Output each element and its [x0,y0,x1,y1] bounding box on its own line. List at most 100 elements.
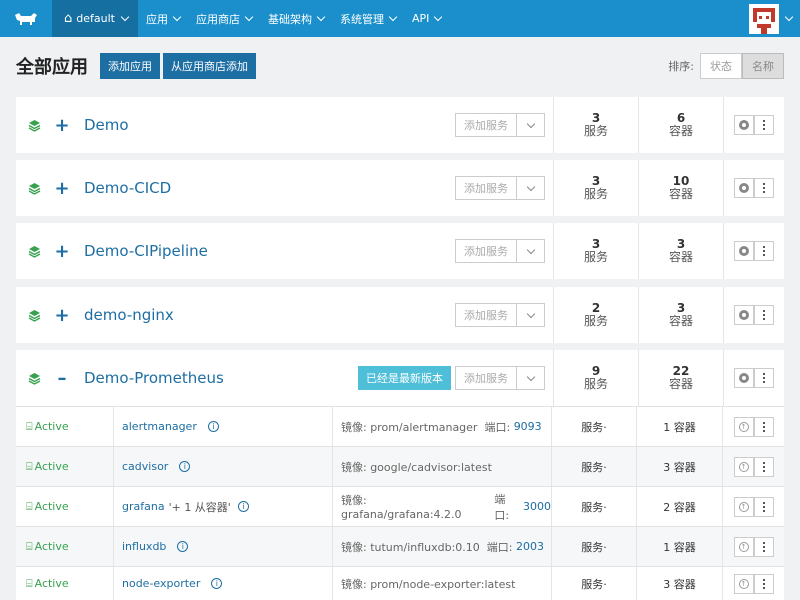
container-count: 10 容器 [638,160,723,216]
chevron-down-icon [526,119,535,128]
port-label: 端口: [486,540,513,554]
add-service-group: 添加服务 [455,239,545,263]
add-service-dropdown[interactable] [517,176,545,200]
port-link[interactable]: 3000 [523,500,551,513]
sort-label: 排序: [668,60,694,73]
service-state: ⌸ Active [16,446,114,487]
stop-button[interactable] [734,368,754,388]
stack-name[interactable]: Demo-CIPipeline [84,242,455,260]
service-count-label: 服务 [583,377,608,391]
add-service-button[interactable]: 添加服务 [455,303,517,327]
service-name-link[interactable]: node-exporter [122,577,200,590]
info-icon[interactable]: i [207,421,219,432]
rancher-logo-icon[interactable] [0,0,52,37]
chevron-down-icon [784,12,794,22]
upgrade-button[interactable]: ↑ [733,536,754,557]
more-vertical-icon [762,461,765,472]
service-count: 3 服务 [553,223,638,279]
state-label: Active [34,460,69,473]
nav-item-infrastructure[interactable]: 基础架构 [260,0,332,37]
sort-by-state-button[interactable]: 状态 [700,53,742,79]
nav-item-stacks[interactable]: 应用 [138,0,188,37]
upgrade-button[interactable]: ↑ [733,416,754,437]
layers-icon [22,372,46,385]
info-icon[interactable]: i [237,501,249,512]
add-service-dropdown[interactable] [517,239,545,263]
container-count-label: 容器 [668,377,693,391]
stop-button[interactable] [734,241,754,261]
info-icon[interactable]: i [177,541,189,552]
expand-icon[interactable]: + [50,178,74,199]
stack-name[interactable]: demo-nginx [84,306,455,324]
expand-icon[interactable]: + [50,305,74,326]
collapse-icon[interactable]: – [50,368,74,389]
more-vertical-icon [762,421,765,432]
more-actions-button[interactable] [754,241,774,261]
environment-switcher[interactable]: ⌂ default [52,0,138,37]
more-actions-button[interactable] [754,115,774,135]
service-scale: 服务· [552,446,637,487]
info-icon[interactable]: i [179,461,191,472]
chevron-down-icon [526,245,535,254]
service-name-link[interactable]: alertmanager [122,420,197,433]
stack-row: + Demo-CIPipeline 添加服务 3 服务 3 容器 [16,223,784,279]
nav-item-label: API [411,12,430,25]
sort-by-name-button[interactable]: 名称 [742,53,784,79]
top-nav: ⌂ default 应用 应用商店 基础架构 系统管理 API [0,0,800,37]
more-actions-button[interactable] [754,305,774,325]
add-service-button[interactable]: 添加服务 [455,366,517,390]
upgrade-button[interactable]: ↑ [733,456,754,477]
stop-button[interactable] [734,305,754,325]
chevron-down-icon [244,12,254,22]
more-actions-button[interactable] [754,368,774,388]
more-actions-button[interactable] [754,178,774,198]
expand-icon[interactable]: + [50,241,74,262]
more-actions-button[interactable] [753,536,774,557]
more-actions-button[interactable] [753,496,774,517]
service-name-link[interactable]: influxdb [122,540,166,553]
port-link[interactable]: 2003 [516,540,544,553]
more-actions-button[interactable] [753,573,774,594]
service-name-link[interactable]: cadvisor [122,460,168,473]
add-service-button[interactable]: 添加服务 [455,176,517,200]
upgrade-button[interactable]: ↑ [733,496,754,517]
nav-item-admin[interactable]: 系统管理 [332,0,404,37]
port-label: 端口: [484,420,511,434]
add-service-dropdown[interactable] [517,113,545,137]
stack-name[interactable]: Demo-Prometheus [84,369,358,387]
stop-icon [739,373,749,383]
image-cell: 镜像: tutum/influxdb:0.10 端口: 2003 [333,526,552,567]
service-name-link[interactable]: grafana [122,500,165,513]
stack-actions [723,223,784,279]
more-actions-button[interactable] [753,456,774,477]
stack-name[interactable]: Demo [84,116,455,134]
stop-button[interactable] [734,115,754,135]
nav-item-api[interactable]: API [404,0,449,37]
service-count-label: 服务 [583,250,608,264]
add-stack-button[interactable]: 添加应用 [100,53,160,79]
service-state: ⌸ Active [16,563,114,600]
user-menu[interactable] [749,0,800,37]
stack-name[interactable]: Demo-CICD [84,179,455,197]
add-service-dropdown[interactable] [517,303,545,327]
add-from-catalog-button[interactable]: 从应用商店添加 [163,53,256,79]
add-service-button[interactable]: 添加服务 [455,113,517,137]
stop-button[interactable] [734,178,754,198]
more-vertical-icon [763,183,765,193]
nav-item-catalog[interactable]: 应用商店 [188,0,260,37]
more-actions-button[interactable] [753,416,774,437]
add-service-dropdown[interactable] [517,366,545,390]
service-containers: 1 容器 [637,526,723,567]
port-link[interactable]: 9093 [514,420,542,433]
stop-icon [739,246,749,256]
expand-icon[interactable]: + [50,115,74,136]
upgrade-icon: ↑ [738,541,749,552]
service-count-label: 服务 [583,314,608,328]
container-count: 22 容器 [638,350,723,406]
page-header: 全部应用 添加应用 从应用商店添加 排序: 状态 名称 [0,37,800,95]
service-name-cell: grafana '+ 1 从容器' i [114,486,333,527]
upgrade-button[interactable]: ↑ [733,573,754,594]
info-icon[interactable]: i [211,578,223,589]
container-count-label: 容器 [668,250,693,264]
add-service-button[interactable]: 添加服务 [455,239,517,263]
